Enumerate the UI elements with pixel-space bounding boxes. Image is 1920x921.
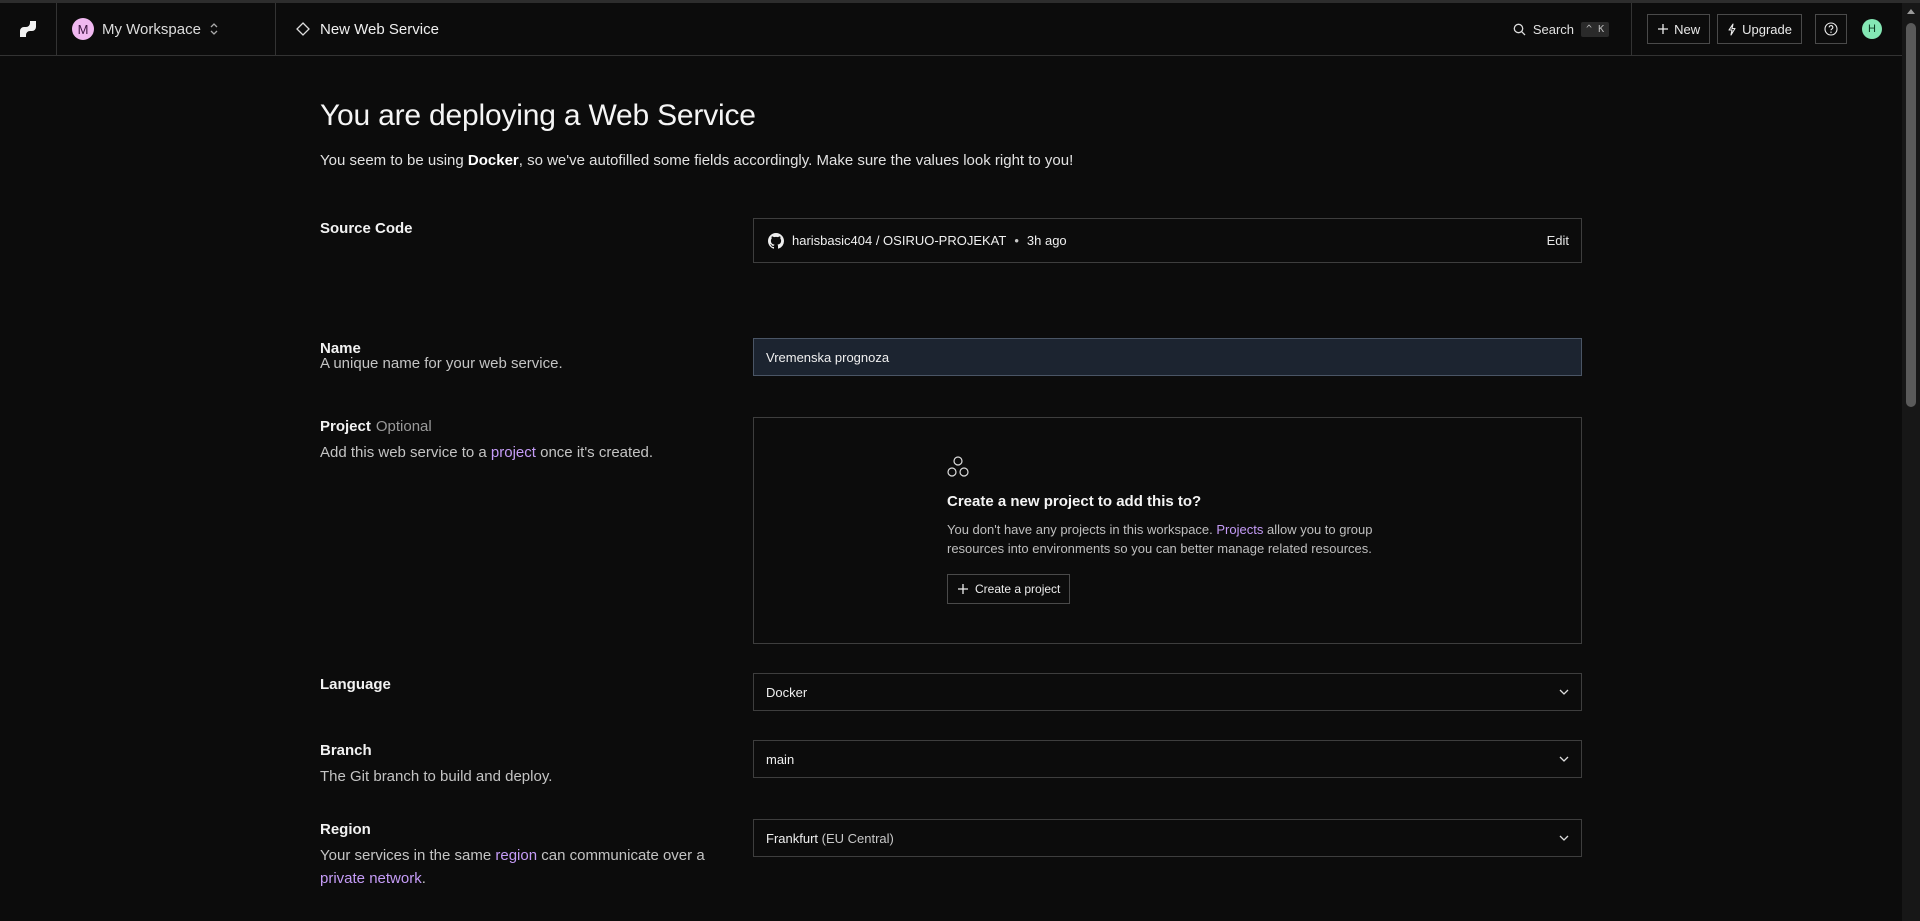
create-project-title: Create a new project to add this to? <box>947 493 1202 510</box>
workspace-name: My Workspace <box>102 20 201 38</box>
branch-select[interactable]: main <box>753 740 1582 778</box>
search-button[interactable]: Search ^ K <box>1513 3 1633 55</box>
new-label: New <box>1674 21 1701 37</box>
create-project-card: Create a new project to add this to? You… <box>753 417 1582 644</box>
plus-icon <box>958 584 968 594</box>
lightning-icon <box>1728 22 1736 36</box>
workspace-switcher[interactable]: M My Workspace <box>57 3 276 55</box>
language-value: Docker <box>766 684 808 700</box>
detected-runtime: Docker <box>467 152 519 169</box>
language-label: Language <box>320 676 391 693</box>
last-updated: 3h ago <box>1026 233 1067 248</box>
user-avatar[interactable]: H <box>1862 19 1882 39</box>
private-network-link[interactable]: private network <box>320 870 422 887</box>
source-code-label: Source Code <box>320 220 413 237</box>
search-shortcut: ^ K <box>1581 21 1610 37</box>
page-title: New Web Service <box>320 20 439 38</box>
scroll-up-arrow[interactable] <box>1907 9 1915 14</box>
language-select[interactable]: Docker <box>753 673 1582 711</box>
upgrade-button[interactable]: Upgrade <box>1717 14 1802 44</box>
optional-tag: Optional <box>375 418 432 435</box>
question-circle-icon <box>1824 22 1838 36</box>
create-project-text: You don't have any projects in this work… <box>947 522 1373 556</box>
region-value: Frankfurt (EU Central) <box>766 830 894 846</box>
chevron-down-icon <box>1559 835 1569 841</box>
page-subtitle: You seem to be using Docker, so we've au… <box>320 152 1074 169</box>
chevron-down-icon <box>1559 689 1569 695</box>
region-select[interactable]: Frankfurt (EU Central) <box>753 819 1582 857</box>
render-logo-icon <box>20 21 36 37</box>
branch-value: main <box>766 751 795 767</box>
source-code-field: harisbasic404 / OSIRUO-PROJEKAT • 3h ago… <box>753 218 1582 263</box>
create-project-button[interactable]: Create a project <box>947 574 1071 604</box>
create-project-label: Create a project <box>975 582 1061 596</box>
region-label: Region <box>320 821 371 838</box>
search-icon <box>1513 23 1526 35</box>
chevron-up-down-icon <box>210 23 218 35</box>
workspace-avatar: M <box>72 18 94 40</box>
github-icon <box>768 232 784 249</box>
project-label: Project Optional <box>320 418 432 435</box>
region-link[interactable]: region <box>495 847 537 864</box>
branch-description: The Git branch to build and deploy. <box>320 768 553 785</box>
scrollbar-thumb[interactable] <box>1906 23 1916 407</box>
name-input[interactable]: Vremenska prognoza <box>753 338 1582 376</box>
region-description: Your services in the same region can com… <box>320 847 705 887</box>
separator-dot: • <box>1014 233 1019 248</box>
new-button[interactable]: New <box>1647 14 1711 44</box>
top-navigation-bar: M My Workspace New Web Service Search ^ … <box>0 3 1902 56</box>
search-label: Search <box>1532 21 1575 37</box>
projects-icon <box>947 456 969 477</box>
upgrade-label: Upgrade <box>1742 21 1792 37</box>
repo-name: harisbasic404 / OSIRUO-PROJEKAT <box>792 233 1007 248</box>
projects-link[interactable]: Projects <box>1216 522 1263 537</box>
project-link[interactable]: project <box>491 444 536 461</box>
project-description: Add this web service to a project once i… <box>320 444 654 461</box>
plus-icon <box>1658 24 1669 34</box>
page-heading: You are deploying a Web Service <box>320 99 756 132</box>
branch-label: Branch <box>320 742 372 759</box>
render-logo[interactable] <box>0 3 57 55</box>
breadcrumb: New Web Service <box>276 21 439 38</box>
page-scrollbar[interactable] <box>1902 3 1920 921</box>
help-button[interactable] <box>1815 14 1847 44</box>
edit-source-button[interactable]: Edit <box>1547 233 1569 248</box>
name-description: A unique name for your web service. <box>320 355 563 372</box>
diamond-icon <box>296 22 310 36</box>
chevron-down-icon <box>1559 756 1569 762</box>
